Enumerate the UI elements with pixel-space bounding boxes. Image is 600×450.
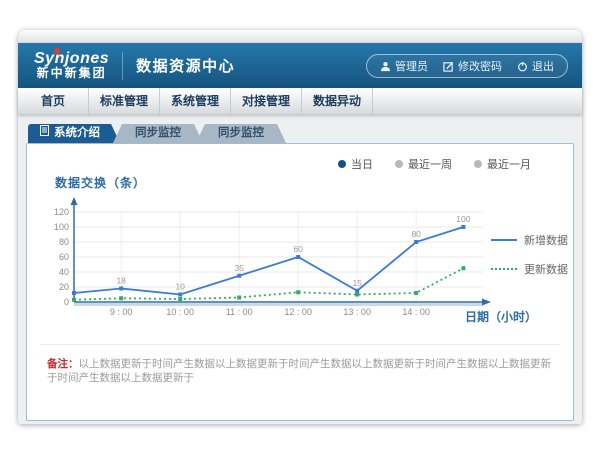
page-title: 数据资源中心	[136, 55, 235, 76]
tab-system-intro[interactable]: 系统介绍	[28, 124, 120, 143]
radio-today[interactable]: 当日	[338, 156, 373, 172]
data-point	[296, 255, 300, 259]
series-line	[74, 227, 463, 295]
footnote: 备注：以上数据更新于时间产生数据以上数据更新于时间产生数据以上数据更新于时间产生…	[41, 344, 559, 385]
radio-last-month[interactable]: 最近一月	[474, 156, 531, 172]
data-point	[72, 298, 76, 302]
y-tick-label: 100	[54, 222, 69, 232]
change-password-label: 修改密码	[458, 58, 502, 74]
legend-label: 新增数据	[524, 232, 568, 248]
tab-bar: 系统介绍 同步监控 同步监控	[28, 124, 574, 143]
data-point	[461, 266, 465, 270]
tab-sync-monitor-1[interactable]: 同步监控	[113, 124, 203, 143]
app-header: Synjones 新中新集团 数据资源中心 管理员 修改密码	[18, 43, 582, 88]
change-password-button[interactable]: 修改密码	[443, 58, 502, 74]
footnote-text: 以上数据更新于时间产生数据以上数据更新于时间产生数据以上数据更新于时间产生数据以…	[47, 358, 551, 384]
window-chrome	[18, 30, 582, 43]
radio-dot-icon	[474, 160, 482, 168]
point-label: 60	[293, 244, 303, 254]
nav-item-integration[interactable]: 对接管理	[231, 88, 302, 114]
x-tick-label: 11 : 00	[226, 307, 253, 317]
x-tick-label: 9 : 00	[110, 307, 133, 317]
logo-subtitle: 新中新集团	[34, 66, 109, 81]
y-tick-label: 40	[59, 267, 69, 277]
footnote-label: 备注：	[47, 358, 79, 370]
y-tick-label: 120	[54, 207, 69, 217]
document-icon	[40, 124, 49, 143]
data-point	[72, 291, 76, 295]
time-range-options: 当日 最近一周 最近一月	[338, 156, 531, 172]
user-account-button[interactable]: 管理员	[380, 58, 428, 74]
power-icon	[517, 61, 528, 72]
tab-label: 系统介绍	[54, 124, 100, 143]
y-axis-title: 数据交换（条）	[55, 174, 146, 191]
x-tick-label: 10 : 00	[166, 307, 194, 317]
data-point	[119, 296, 123, 300]
x-tick-label: 12 : 00	[284, 307, 312, 317]
nav-item-system[interactable]: 系统管理	[160, 88, 231, 114]
chart-legend: 新增数据 更新数据	[491, 232, 568, 277]
y-tick-label: 80	[59, 237, 69, 247]
data-point	[414, 240, 418, 244]
x-tick-label: 13 : 00	[343, 307, 371, 317]
chart-panel: 当日 最近一周 最近一月 数据交换（条） 9 : 00 10 : 00 11 : 0…	[26, 143, 574, 421]
x-tick-label: 14 : 00	[402, 307, 430, 317]
data-point	[355, 289, 359, 293]
chart-svg: 9 : 00 10 : 00 11 : 00 12 : 00 13 : 00 14 : 0…	[37, 194, 507, 326]
point-label: 10	[175, 282, 185, 292]
logo-text: Synjones	[34, 51, 109, 66]
radio-last-week[interactable]: 最近一周	[395, 156, 452, 172]
content-area: 系统介绍 同步监控 同步监控 当日 最近一周 最近一月 数据交换	[18, 114, 582, 427]
data-point	[296, 290, 300, 294]
logout-button[interactable]: 退出	[517, 58, 554, 74]
data-point	[414, 291, 418, 295]
point-label: 15	[352, 278, 362, 288]
logout-label: 退出	[532, 58, 554, 74]
legend-item-updated-data: 更新数据	[491, 261, 568, 277]
user-icon	[380, 61, 391, 72]
user-menu: 管理员 修改密码 退出	[366, 54, 568, 78]
edit-icon	[443, 61, 454, 72]
nav-item-home[interactable]: 首页	[18, 88, 89, 114]
point-label: 80	[411, 229, 421, 239]
company-logo: Synjones 新中新集团	[34, 51, 109, 81]
nav-item-data-change[interactable]: 数据异动	[302, 88, 373, 114]
radio-label: 最近一月	[487, 156, 531, 172]
legend-label: 更新数据	[524, 261, 568, 277]
data-point	[355, 293, 359, 297]
dotted-line-icon	[491, 268, 517, 270]
main-nav: 首页 标准管理 系统管理 对接管理 数据异动	[18, 88, 582, 114]
series-line	[74, 268, 463, 300]
header-divider	[122, 52, 123, 80]
y-tick-label: 0	[64, 297, 69, 307]
point-label: 100	[456, 214, 470, 224]
data-point	[237, 274, 241, 278]
app-window: Synjones 新中新集团 数据资源中心 管理员 修改密码	[18, 30, 582, 424]
data-point	[461, 225, 465, 229]
solid-line-icon	[491, 239, 517, 241]
y-tick-label: 20	[59, 282, 69, 292]
data-point	[178, 293, 182, 297]
x-axis-title: 日期（小时）	[465, 308, 537, 325]
user-label: 管理员	[395, 58, 428, 74]
y-tick-label: 60	[59, 252, 69, 262]
tab-sync-monitor-2[interactable]: 同步监控	[196, 124, 286, 143]
data-point	[237, 296, 241, 300]
radio-dot-icon	[395, 160, 403, 168]
data-point	[119, 287, 123, 291]
x-axis-arrow-icon	[482, 299, 491, 306]
legend-item-new-data: 新增数据	[491, 232, 568, 248]
radio-label: 最近一周	[408, 156, 452, 172]
point-label: 35	[234, 263, 244, 273]
data-point	[178, 297, 182, 301]
y-axis-arrow-icon	[71, 197, 78, 205]
radio-dot-icon	[338, 160, 346, 168]
radio-label: 当日	[351, 156, 373, 172]
point-label: 18	[116, 276, 126, 286]
nav-item-standards[interactable]: 标准管理	[89, 88, 160, 114]
